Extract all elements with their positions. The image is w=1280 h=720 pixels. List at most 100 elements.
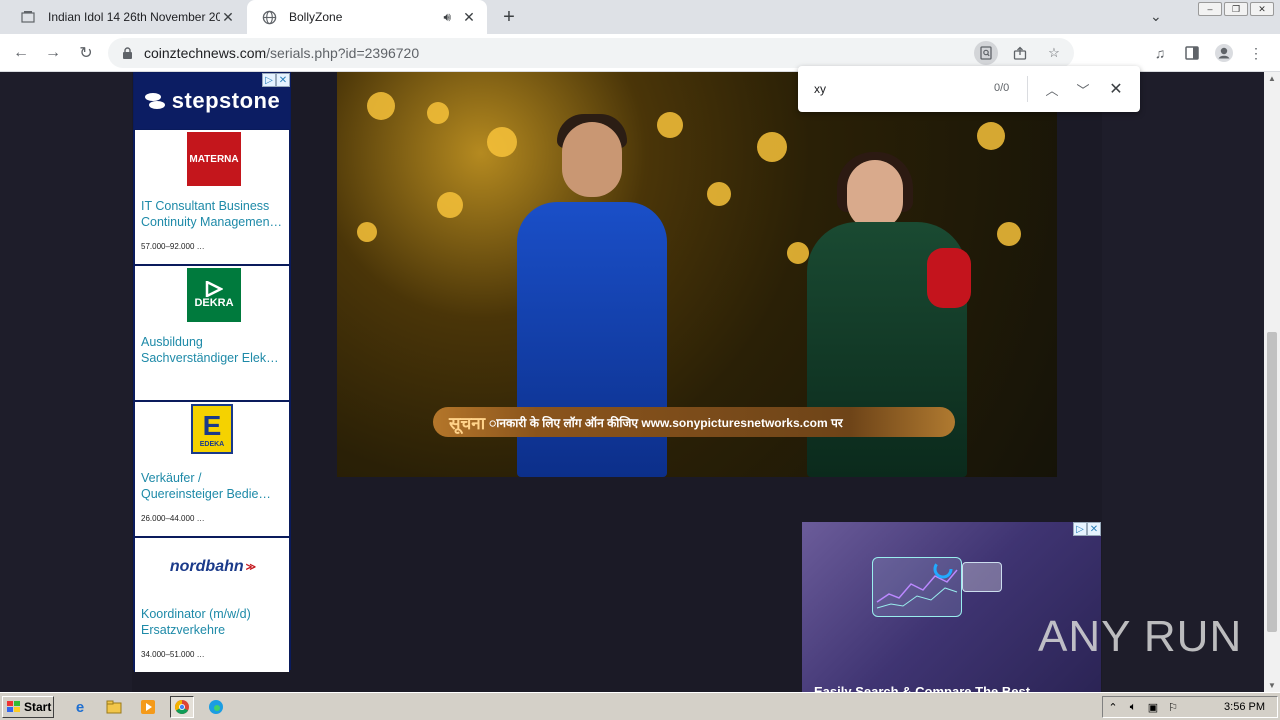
- minimize-button[interactable]: –: [1198, 2, 1222, 16]
- job-title: Quereinsteiger Bedie…: [141, 487, 271, 501]
- job-title: Koordinator (m/w/d): [141, 607, 251, 621]
- job-card[interactable]: nordbahn ≫ Koordinator (m/w/d) Ersatzver…: [135, 538, 289, 672]
- internet-explorer-icon[interactable]: e: [68, 696, 92, 718]
- bokeh-light: [357, 222, 377, 242]
- start-label: Start: [24, 700, 52, 714]
- media-player-icon[interactable]: [136, 696, 160, 718]
- tab-search-chevron-icon[interactable]: ⌄: [1150, 8, 1162, 25]
- forward-arrow-icon[interactable]: →: [42, 42, 64, 64]
- find-separator: [1027, 76, 1028, 102]
- restore-button[interactable]: ❐: [1224, 2, 1248, 16]
- windows-logo-icon: [7, 701, 20, 712]
- file-explorer-icon[interactable]: [102, 696, 126, 718]
- start-button[interactable]: Start: [2, 696, 54, 718]
- host-female-head: [847, 160, 903, 230]
- dekra-logo: DEKRA: [187, 268, 241, 322]
- side-panel-icon[interactable]: [1180, 41, 1204, 65]
- tab-indian-idol[interactable]: Indian Idol 14 26th November 2023 ✕: [8, 0, 246, 34]
- tab-title: Indian Idol 14 26th November 2023: [48, 10, 220, 24]
- share-icon[interactable]: [1008, 41, 1032, 65]
- network-icon[interactable]: ▣: [1143, 701, 1163, 714]
- find-in-page-icon[interactable]: [974, 41, 998, 65]
- materna-logo: MATERNA: [187, 132, 241, 186]
- chrome-taskbar-icon[interactable]: [170, 696, 194, 718]
- rose-bouquet: [927, 248, 971, 308]
- page-scrollbar[interactable]: ▲ ▼: [1264, 72, 1280, 692]
- find-previous-chevron-up-icon[interactable]: ︿: [1041, 78, 1063, 100]
- ad-close-icon[interactable]: ✕: [276, 73, 290, 87]
- job-company-logo-text: EDEKA: [199, 440, 225, 448]
- tray-expand-icon[interactable]: ⌃: [1103, 701, 1123, 714]
- clock[interactable]: 3:56 PM: [1224, 701, 1265, 713]
- edge-icon[interactable]: [204, 696, 228, 718]
- volume-icon[interactable]: 🔈︎: [1123, 701, 1143, 714]
- job-title: Verkäufer /: [141, 471, 202, 485]
- bokeh-light: [367, 92, 395, 120]
- job-title: Ersatzverkehre: [141, 623, 226, 637]
- tab-bollyzone[interactable]: BollyZone 🔊︎ ✕: [247, 0, 487, 34]
- scroll-down-arrow-icon[interactable]: ▼: [1268, 681, 1276, 690]
- find-in-page-bar: xy 0/0 ︿ ﹀ ✕: [798, 66, 1140, 112]
- ad-close-icon[interactable]: ✕: [1087, 522, 1101, 536]
- stepstone-logo-icon: [144, 93, 165, 109]
- nordbahn-logo: nordbahn ≫: [163, 540, 263, 594]
- windows-taskbar: Start e ⌃ 🔈︎ ▣ ⚐ 3:56 PM: [0, 692, 1280, 720]
- close-tab-icon[interactable]: ✕: [220, 9, 236, 25]
- scroll-up-arrow-icon[interactable]: ▲: [1268, 74, 1276, 83]
- window-close-button[interactable]: ✕: [1250, 2, 1274, 16]
- job-company-logo-text: MATERNA: [189, 153, 239, 165]
- lock-icon[interactable]: [120, 46, 134, 60]
- job-card[interactable]: MATERNA IT Consultant Business Continuit…: [135, 130, 289, 264]
- job-salary: 57.000–92.000 …: [141, 242, 205, 251]
- bokeh-light: [787, 242, 809, 264]
- find-close-icon[interactable]: ✕: [1105, 78, 1127, 100]
- ad-choices[interactable]: ▷ ✕: [262, 73, 290, 87]
- bokeh-light: [997, 222, 1021, 246]
- action-center-flag-icon[interactable]: ⚐: [1163, 701, 1183, 714]
- new-tab-button[interactable]: +: [498, 6, 520, 28]
- profile-avatar-icon[interactable]: [1212, 41, 1236, 65]
- gauge-icon: [933, 559, 953, 579]
- media-control-icon[interactable]: ♫: [1148, 41, 1172, 65]
- find-next-chevron-down-icon[interactable]: ﹀: [1072, 78, 1094, 100]
- adchoices-icon[interactable]: ▷: [1073, 522, 1087, 536]
- window-controls: – ❐ ✕: [1198, 2, 1274, 16]
- job-list: MATERNA IT Consultant Business Continuit…: [134, 130, 290, 672]
- bokeh-light: [977, 122, 1005, 150]
- stepstone-side-ad[interactable]: stepstone ▷ ✕ MATERNA IT Consultant Busi…: [133, 72, 291, 672]
- menu-kebab-icon[interactable]: ⋮: [1244, 41, 1268, 65]
- anyrun-watermark: ANY RUN: [1038, 612, 1242, 662]
- ad-choices[interactable]: ▷ ✕: [1073, 522, 1101, 536]
- trading-ad[interactable]: ▷ ✕ Easily Search & Compare The Best: [802, 522, 1101, 692]
- find-input[interactable]: xy: [814, 82, 826, 96]
- find-match-count: 0/0: [994, 82, 1010, 94]
- system-tray: ⌃ 🔈︎ ▣ ⚐ 3:56 PM: [1102, 696, 1278, 718]
- job-card[interactable]: E EDEKA Verkäufer / Quereinsteiger Bedie…: [135, 402, 289, 536]
- reload-icon[interactable]: ↻: [75, 42, 97, 64]
- browser-tab-strip: Indian Idol 14 26th November 2023 ✕ Boll…: [0, 0, 1280, 34]
- address-bar[interactable]: coinztechnews.com/serials.php?id=2396720…: [108, 38, 1074, 68]
- quick-launch: e: [68, 696, 228, 718]
- job-title: Ausbildung: [141, 335, 203, 349]
- video-player[interactable]: सूचना ानकारी के लिए लॉग ऑन कीजिए www.son…: [337, 72, 1057, 477]
- close-tab-icon[interactable]: ✕: [461, 9, 477, 25]
- ad-caption: Easily Search & Compare The Best: [814, 684, 1031, 692]
- audio-playing-icon[interactable]: 🔊︎: [443, 10, 451, 25]
- bokeh-light: [427, 102, 449, 124]
- scrollbar-thumb[interactable]: [1267, 332, 1277, 632]
- video-ticker: सूचना ानकारी के लिए लॉग ऑन कीजिए www.son…: [433, 407, 955, 437]
- adchoices-icon[interactable]: ▷: [262, 73, 276, 87]
- job-card[interactable]: DEKRA Ausbildung Sachverständiger Elek…: [135, 266, 289, 400]
- bokeh-light: [707, 182, 731, 206]
- dekra-arrow-icon: [205, 281, 223, 297]
- url-path: /serials.php?id=2396720: [266, 45, 420, 61]
- back-arrow-icon[interactable]: ←: [10, 42, 32, 64]
- ticker-text: ानकारी के लिए लॉग ऑन कीजिए www.sonypictu…: [489, 415, 843, 430]
- bokeh-light: [437, 192, 463, 218]
- globe-icon: [261, 9, 277, 25]
- bookmark-star-icon[interactable]: ☆: [1042, 41, 1066, 65]
- job-title: IT Consultant Business: [141, 199, 270, 213]
- job-title: Sachverständiger Elek…: [141, 351, 279, 365]
- bokeh-light: [757, 132, 787, 162]
- host-male-head: [562, 122, 622, 197]
